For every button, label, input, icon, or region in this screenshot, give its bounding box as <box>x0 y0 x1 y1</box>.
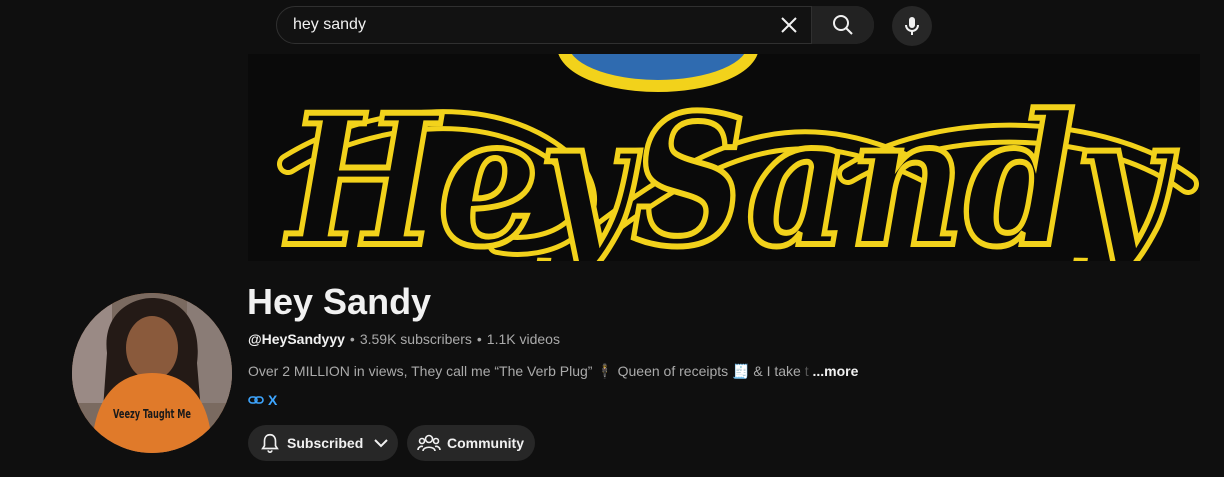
avatar-shirt-text: Veezy Taught Me <box>113 407 191 421</box>
search-icon <box>833 15 853 35</box>
channel-handle[interactable]: @HeySandyyy <box>248 331 345 347</box>
search-button[interactable] <box>811 6 874 44</box>
link-icon <box>248 396 264 404</box>
channel-banner: HeySandy <box>248 54 1200 261</box>
channel-description[interactable]: Over 2 MILLION in views, They call me “T… <box>248 362 858 380</box>
chevron-down-icon <box>374 439 388 448</box>
video-count: 1.1K videos <box>486 331 560 347</box>
description-fade: t <box>800 363 809 379</box>
microphone-icon <box>905 17 919 35</box>
close-icon <box>781 17 797 33</box>
subscribed-button[interactable]: Subscribed <box>248 425 398 461</box>
banner-logo-text: HeySandy <box>284 76 1178 261</box>
channel-meta: @HeySandyyy • 3.59K subscribers • 1.1K video… <box>248 330 560 348</box>
channel-link-label: X <box>268 392 278 408</box>
meta-separator: • <box>476 331 482 347</box>
banner-logo: HeySandy <box>248 54 1200 261</box>
channel-title: Hey Sandy <box>247 281 432 322</box>
channel-avatar[interactable]: Veezy Taught Me <box>72 293 232 453</box>
avatar-image: Veezy Taught Me <box>72 293 232 453</box>
search-bar <box>276 6 874 44</box>
channel-link[interactable]: X <box>248 392 277 408</box>
community-label: Community <box>447 435 524 451</box>
meta-separator: • <box>349 331 355 347</box>
clear-search-button[interactable] <box>771 7 807 43</box>
subscribed-label: Subscribed <box>287 435 364 451</box>
bell-icon <box>261 433 279 453</box>
more-link[interactable]: ...more <box>813 363 859 379</box>
voice-search-button[interactable] <box>892 6 932 46</box>
search-input[interactable] <box>277 7 771 43</box>
people-icon <box>417 434 441 452</box>
description-text: Over 2 MILLION in views, They call me “T… <box>248 363 801 379</box>
community-button[interactable]: Community <box>407 425 535 461</box>
subscriber-count: 3.59K subscribers <box>359 331 472 347</box>
